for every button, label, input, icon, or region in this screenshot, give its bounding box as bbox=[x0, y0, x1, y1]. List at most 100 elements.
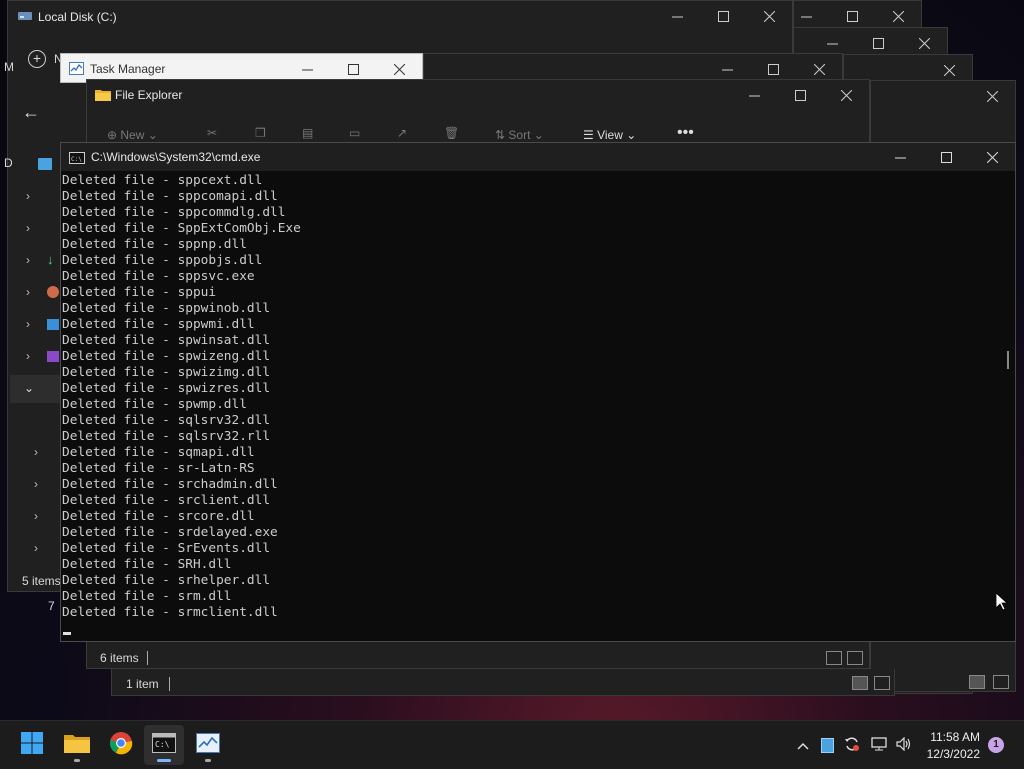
chevron-down-icon[interactable]: ⌄ bbox=[24, 381, 34, 395]
console-output[interactable]: Deleted file - sppcext.dll Deleted file -… bbox=[62, 173, 997, 641]
console-line: Deleted file - srhelper.dll bbox=[62, 573, 271, 588]
more-options-icon[interactable]: ••• bbox=[677, 124, 694, 142]
chevron-right-icon[interactable]: › bbox=[34, 445, 38, 459]
chevron-right-icon[interactable]: › bbox=[34, 509, 38, 523]
tiles-view-button[interactable] bbox=[874, 676, 890, 690]
chevron-right-icon[interactable]: › bbox=[34, 477, 38, 491]
speaker-icon bbox=[896, 736, 912, 754]
details-view-button[interactable] bbox=[969, 675, 985, 689]
minimize-button[interactable] bbox=[877, 143, 923, 171]
partial-letter: M bbox=[4, 60, 14, 74]
chevron-right-icon[interactable]: › bbox=[34, 541, 38, 555]
console-line: Deleted file - sqlsrv32.dll bbox=[62, 413, 271, 428]
rename-icon[interactable]: ▭ bbox=[349, 126, 360, 140]
share-icon[interactable]: ↗ bbox=[397, 126, 407, 140]
console-line: Deleted file - srclient.dll bbox=[62, 493, 271, 508]
close-button[interactable] bbox=[969, 143, 1015, 171]
delete-icon[interactable]: 🗑 bbox=[444, 126, 459, 140]
console-line: Deleted file - spwizimg.dll bbox=[62, 365, 271, 380]
window-title: Local Disk (C:) bbox=[38, 10, 117, 24]
partial-letter: D bbox=[4, 156, 13, 170]
console-line: Deleted file - spwizeng.dll bbox=[62, 349, 271, 364]
console-line: Deleted file - srm.dll bbox=[62, 589, 232, 604]
console-line: Deleted file - sppnp.dll bbox=[62, 237, 247, 252]
console-line: Deleted file - sppwmi.dll bbox=[62, 317, 255, 332]
cut-icon[interactable]: ✂ bbox=[207, 126, 217, 140]
sort-button[interactable]: ⇅ Sort ⌄ bbox=[495, 128, 544, 142]
nav-item-selected[interactable] bbox=[10, 375, 60, 403]
console-line: Deleted file - SppExtComObj.Exe bbox=[62, 221, 301, 236]
console-line: Deleted file - SrEvents.dll bbox=[62, 541, 271, 556]
details-view-button[interactable] bbox=[826, 651, 842, 665]
add-icon[interactable]: + bbox=[28, 50, 46, 68]
console-line: Deleted file - spwizres.dll bbox=[62, 381, 271, 396]
chevron-right-icon[interactable]: › bbox=[26, 221, 30, 235]
tray-app-icon[interactable] bbox=[818, 721, 836, 769]
maximize-button[interactable] bbox=[923, 143, 969, 171]
taskbar-chrome[interactable] bbox=[101, 725, 141, 765]
chevron-right-icon[interactable]: › bbox=[26, 349, 30, 363]
console-line: Deleted file - sppcomapi.dll bbox=[62, 189, 278, 204]
details-view-button[interactable] bbox=[852, 676, 868, 690]
chevron-right-icon[interactable]: › bbox=[26, 253, 30, 267]
maximize-button[interactable] bbox=[700, 1, 746, 31]
window-title: C:\Windows\System32\cmd.exe bbox=[91, 150, 261, 164]
toolbar: ⊕ New ⌄ ✂ ❐ ▤ ▭ ↗ 🗑 ⇅ Sort ⌄ ☰ View ⌄ ••… bbox=[87, 124, 869, 142]
copy-icon[interactable]: ❐ bbox=[255, 126, 266, 140]
show-hidden-icons-button[interactable] bbox=[794, 721, 812, 769]
console-line: Deleted file - sppobjs.dll bbox=[62, 253, 263, 268]
videos-icon bbox=[47, 351, 59, 362]
running-indicator bbox=[74, 759, 80, 762]
maximize-button[interactable] bbox=[777, 80, 823, 110]
new-label: New bbox=[120, 128, 145, 142]
minimize-button[interactable] bbox=[654, 1, 700, 31]
vertical-scrollbar[interactable] bbox=[1007, 351, 1009, 369]
download-icon: ↓ bbox=[47, 252, 54, 267]
tiles-view-button[interactable] bbox=[847, 651, 863, 665]
window-title: Task Manager bbox=[90, 62, 166, 76]
clock[interactable]: 11:58 AM 12/3/2022 bbox=[927, 729, 980, 763]
chevron-right-icon[interactable]: › bbox=[26, 285, 30, 299]
taskbar-task-manager[interactable] bbox=[188, 725, 228, 765]
start-button[interactable] bbox=[12, 725, 52, 765]
taskbar-file-explorer[interactable] bbox=[57, 725, 97, 765]
network-icon bbox=[871, 736, 887, 754]
view-button[interactable]: ☰ View ⌄ bbox=[583, 128, 636, 142]
console-line: Deleted file - sppsvc.exe bbox=[62, 269, 255, 284]
taskbar: C:\ 11:58 AM 12/3/2022 1 bbox=[0, 720, 1024, 769]
taskbar-cmd[interactable]: C:\ bbox=[144, 725, 184, 765]
tiles-view-button[interactable] bbox=[993, 675, 1009, 689]
task-manager-icon bbox=[69, 62, 84, 75]
chrome-icon bbox=[109, 731, 133, 760]
new-button[interactable]: ⊕ New ⌄ bbox=[107, 128, 158, 142]
console-line: Deleted file - spwmp.dll bbox=[62, 397, 247, 412]
window-background-2[interactable] bbox=[793, 0, 922, 30]
svg-text:C:\: C:\ bbox=[71, 156, 82, 163]
status-divider bbox=[147, 651, 148, 665]
close-button[interactable] bbox=[969, 81, 1015, 111]
window-file-explorer-2[interactable]: 1 item bbox=[111, 669, 895, 696]
minimize-button[interactable] bbox=[731, 80, 777, 110]
paste-icon[interactable]: ▤ bbox=[302, 126, 313, 140]
back-arrow-icon[interactable]: ← bbox=[22, 102, 40, 123]
window-title: File Explorer bbox=[115, 88, 183, 102]
network-tray-button[interactable] bbox=[869, 721, 889, 769]
clock-date: 12/3/2022 bbox=[926, 747, 980, 761]
console-line: Deleted file - sppcommdlg.dll bbox=[62, 205, 286, 220]
volume-tray-button[interactable] bbox=[894, 721, 914, 769]
sync-tray-button[interactable] bbox=[842, 721, 862, 769]
status-divider bbox=[169, 677, 170, 691]
close-button[interactable] bbox=[823, 80, 869, 110]
chevron-right-icon[interactable]: › bbox=[26, 317, 30, 331]
nav-pane-partial: ← D › › › ↓ › › › ⌄ › › › › bbox=[4, 100, 60, 570]
window-cmd[interactable]: C:\ C:\Windows\System32\cmd.exe Deleted … bbox=[60, 142, 1016, 642]
status-bar-text: 1 item bbox=[126, 677, 159, 691]
console-line: Deleted file - sppwinob.dll bbox=[62, 301, 271, 316]
chevron-right-icon[interactable]: › bbox=[26, 189, 30, 203]
folder-icon bbox=[64, 732, 90, 759]
notification-badge[interactable]: 1 bbox=[988, 737, 1004, 753]
console-line: Deleted file - sr-Latn-RS bbox=[62, 461, 255, 476]
svg-text:C:\: C:\ bbox=[155, 740, 170, 749]
mouse-pointer-icon bbox=[995, 592, 1009, 611]
text-cursor bbox=[63, 632, 71, 635]
